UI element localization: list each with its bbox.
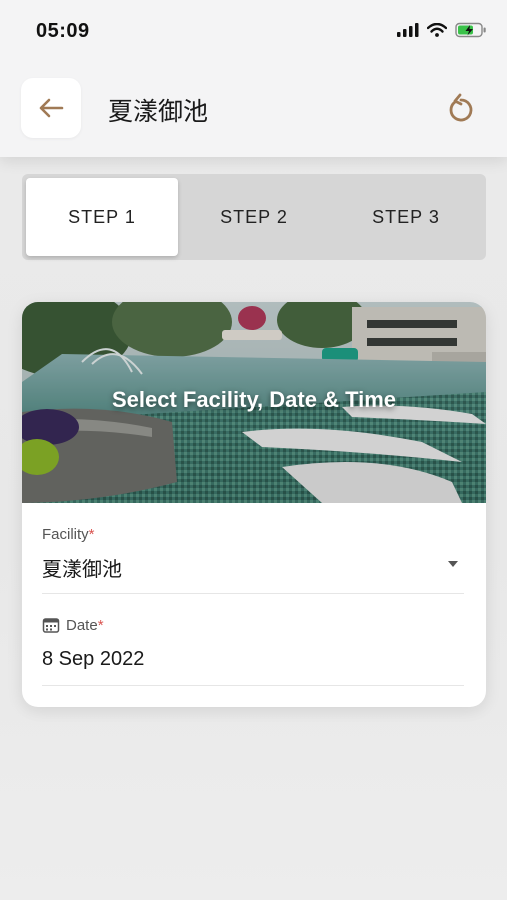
facility-select[interactable]: Facility * 夏漾御池	[42, 526, 464, 594]
date-field[interactable]: Date * 8 Sep 2022	[42, 616, 464, 686]
facility-value: 夏漾御池	[42, 557, 122, 581]
stepper: STEP 1 STEP 2 STEP 3	[22, 174, 486, 260]
date-label: Date *	[42, 616, 464, 634]
calendar-icon	[42, 618, 60, 633]
back-button[interactable]	[21, 78, 81, 138]
page-title: 夏漾御池	[108, 97, 209, 126]
booking-card: Select Facility, Date & Time Facility * 夏…	[22, 302, 486, 707]
battery-icon	[455, 22, 486, 38]
step-2-tab[interactable]: STEP 2	[178, 178, 330, 256]
wifi-icon	[427, 23, 447, 37]
signal-icon	[397, 23, 419, 37]
date-label-text: Date	[66, 616, 98, 634]
date-value: 8 Sep 2022	[42, 648, 145, 670]
facility-label: Facility *	[42, 526, 464, 543]
back-arrow-icon	[39, 98, 64, 118]
step-3-tab[interactable]: STEP 3	[330, 178, 482, 256]
status-time: 05:09	[36, 20, 90, 42]
app-header: 05:09 夏漾御池	[0, 0, 507, 157]
dropdown-arrow-icon	[448, 561, 458, 567]
required-mark: *	[97, 616, 104, 634]
banner-title: Select Facility, Date & Time	[111, 387, 397, 412]
step-1-tab[interactable]: STEP 1	[26, 178, 178, 256]
refresh-icon	[449, 93, 473, 122]
facility-label-text: Facility	[42, 526, 89, 543]
facility-banner-image: Select Facility, Date & Time	[22, 302, 486, 503]
status-icons	[397, 22, 487, 38]
refresh-button[interactable]	[445, 92, 477, 124]
required-mark: *	[88, 526, 95, 543]
